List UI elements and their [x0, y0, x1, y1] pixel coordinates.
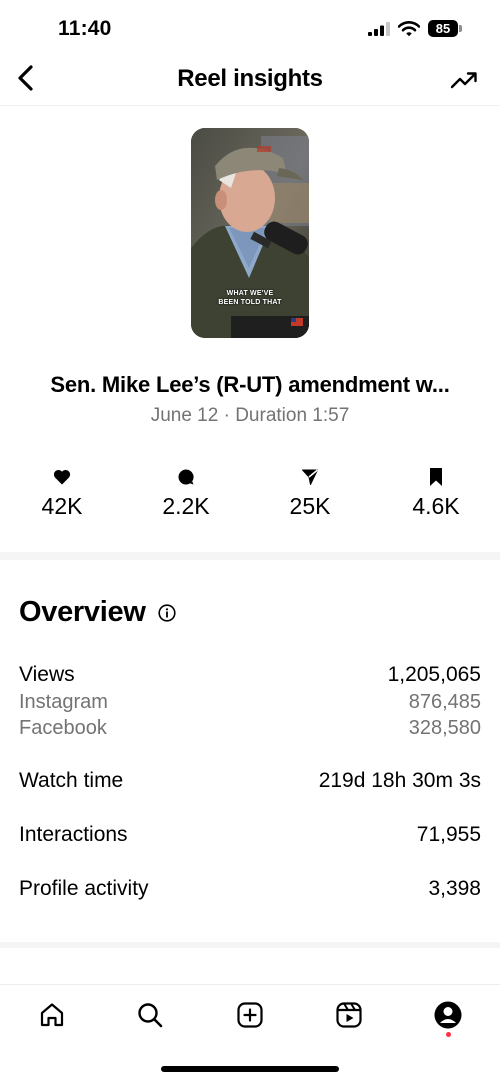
tab-profile[interactable]	[432, 999, 464, 1031]
battery-level: 85	[428, 20, 458, 37]
trending-up-icon	[450, 72, 477, 89]
tab-home[interactable]	[36, 999, 68, 1031]
tab-create[interactable]	[234, 999, 266, 1031]
notification-dot	[446, 1032, 451, 1037]
tab-bar	[0, 984, 500, 1044]
battery-icon: 85	[428, 20, 462, 37]
overview-title: Overview	[19, 596, 146, 628]
reels-icon	[336, 1002, 362, 1028]
instagram-value: 876,485	[408, 691, 481, 713]
reel-title: Sen. Mike Lee’s (R-UT) amendment w...	[50, 372, 450, 397]
reel-meta: June 12 · Duration 1:57	[150, 405, 350, 426]
overview-row-instagram: Instagram 876,485	[19, 691, 481, 714]
interactions-value: 71,955	[416, 823, 481, 846]
section-divider	[0, 942, 500, 948]
saves-count: 4.6K	[412, 493, 460, 519]
views-value: 1,205,065	[387, 663, 481, 686]
watch-time-value: 219d 18h 30m 3s	[318, 769, 481, 792]
heart-icon	[53, 469, 71, 485]
thumbnail-caption-line: BEEN TOLD THAT	[218, 299, 282, 306]
tab-search[interactable]	[134, 999, 166, 1031]
stat-comments: 2.2K	[136, 466, 236, 520]
instagram-label: Instagram	[19, 691, 108, 713]
shares-count: 25K	[289, 493, 331, 519]
profile-activity-value: 3,398	[428, 877, 481, 900]
overview-heading: Overview	[19, 596, 176, 629]
trend-button[interactable]	[448, 64, 480, 96]
stat-saves: 4.6K	[386, 466, 486, 520]
status-bar: 11:40 85	[0, 0, 500, 60]
interactions-label: Interactions	[19, 823, 128, 846]
thumbnail-caption: WHAT WE'VE BEEN TOLD THAT	[191, 289, 309, 307]
stat-likes: 42K	[12, 466, 112, 520]
status-icons: 85	[368, 20, 462, 37]
info-icon[interactable]	[157, 603, 176, 622]
nav-bar: Reel insights	[0, 52, 500, 106]
page-title: Reel insights	[177, 65, 323, 92]
wifi-icon	[398, 20, 420, 36]
overview-row-views[interactable]: Views 1,205,065	[19, 663, 481, 687]
facebook-label: Facebook	[19, 717, 107, 739]
engagement-stats: 42K 2.2K 25K 4.6K	[0, 466, 500, 526]
watch-time-label: Watch time	[19, 769, 124, 792]
create-icon	[237, 1002, 263, 1028]
section-divider	[0, 552, 500, 560]
profile-icon	[434, 1001, 462, 1029]
facebook-value: 328,580	[408, 717, 481, 739]
search-icon	[138, 1003, 163, 1028]
home-icon	[40, 1003, 64, 1027]
views-label: Views	[19, 663, 75, 686]
overview-row-profile-activity[interactable]: Profile activity 3,398	[19, 877, 481, 901]
bookmark-icon	[430, 468, 442, 486]
overview-row-interactions[interactable]: Interactions 71,955	[19, 823, 481, 847]
comment-icon	[178, 469, 194, 485]
overview-row-facebook: Facebook 328,580	[19, 717, 481, 740]
tab-reels[interactable]	[333, 999, 365, 1031]
thumbnail-caption-line: WHAT WE'VE	[226, 290, 274, 297]
home-indicator[interactable]	[161, 1066, 339, 1072]
signal-icon	[368, 21, 390, 36]
likes-count: 42K	[41, 493, 83, 519]
overview-row-watch-time[interactable]: Watch time 219d 18h 30m 3s	[19, 769, 481, 793]
profile-activity-label: Profile activity	[19, 877, 149, 900]
comments-count: 2.2K	[162, 493, 210, 519]
status-time: 11:40	[58, 17, 112, 40]
reel-thumbnail[interactable]: WHAT WE'VE BEEN TOLD THAT	[191, 128, 309, 338]
share-icon	[302, 469, 319, 485]
stat-shares: 25K	[260, 466, 360, 520]
